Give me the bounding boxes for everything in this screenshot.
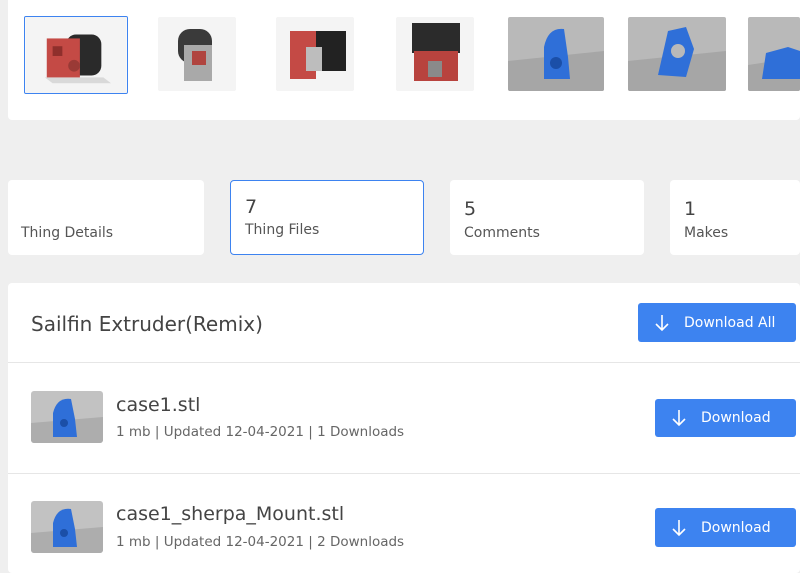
tab-label: Makes (684, 225, 729, 241)
extruder-red-front-icon (276, 17, 354, 91)
file-thumbnail[interactable] (31, 391, 103, 443)
download-label: Download (701, 519, 771, 536)
gallery-thumbnail-2[interactable] (158, 17, 236, 91)
arrow-down-icon (655, 314, 669, 331)
files-section-title: Sailfin Extruder(Remix) (31, 312, 263, 336)
blue-mount-render-icon (628, 17, 726, 91)
tab-label: Thing Details (21, 225, 114, 241)
arrow-down-icon (672, 519, 686, 536)
tab-count: 1 (684, 198, 697, 220)
tab-label: Thing Files (245, 222, 320, 238)
blue-part-render-icon (508, 17, 604, 91)
file-name[interactable]: case1.stl (116, 394, 200, 416)
extruder-black-red-icon (396, 17, 474, 91)
files-panel: Sailfin Extruder(Remix) Download All cas… (8, 283, 800, 573)
tab-count: 5 (464, 198, 477, 220)
download-all-button[interactable]: Download All (638, 303, 796, 342)
file-meta: 1 mb | Updated 12-04-2021 | 1 Downloads (116, 424, 405, 440)
download-file-button[interactable]: Download (655, 508, 796, 547)
gallery-thumbnail-5[interactable] (508, 17, 604, 91)
arrow-down-icon (672, 410, 686, 427)
download-all-label: Download All (684, 314, 776, 331)
gallery-thumbnail-3[interactable] (276, 17, 354, 91)
file-meta: 1 mb | Updated 12-04-2021 | 2 Downloads (116, 534, 405, 550)
tab-count: 7 (245, 196, 258, 218)
file-thumbnail[interactable] (31, 501, 103, 553)
image-gallery (8, 0, 800, 120)
gallery-thumbnail-6[interactable] (628, 17, 726, 91)
tab-thing-files[interactable]: 7 Thing Files (230, 180, 424, 255)
gallery-thumbnail-1[interactable] (24, 16, 128, 94)
download-label: Download (701, 410, 771, 426)
blue-part-render-icon (31, 391, 103, 443)
extruder-red-render-icon (25, 17, 127, 93)
tab-makes[interactable]: 1 Makes (670, 180, 800, 255)
download-file-button[interactable]: Download (655, 399, 796, 437)
blue-part-render-icon (31, 501, 103, 553)
gallery-thumbnail-4[interactable] (396, 17, 474, 91)
gallery-thumbnail-7[interactable] (748, 17, 800, 91)
blue-part-partial-icon (748, 17, 800, 91)
tab-label: Comments (464, 225, 540, 241)
extruder-side-render-icon (158, 17, 236, 91)
divider (8, 362, 800, 363)
divider (8, 473, 800, 474)
tab-thing-details[interactable]: Thing Details (8, 180, 204, 255)
tab-comments[interactable]: 5 Comments (450, 180, 644, 255)
file-name[interactable]: case1_sherpa_Mount.stl (116, 503, 344, 525)
